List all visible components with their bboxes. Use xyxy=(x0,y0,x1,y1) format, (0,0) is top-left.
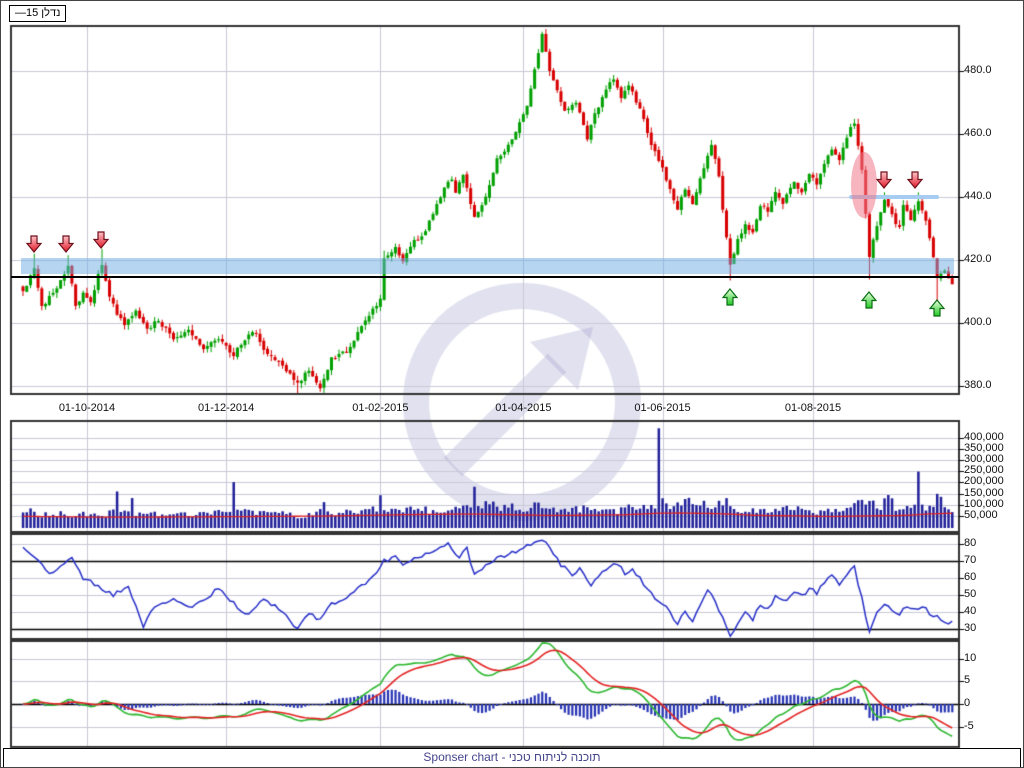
series-line-symbol: — xyxy=(15,7,26,19)
x-axis-date-label: 01-02-2015 xyxy=(352,402,409,414)
buy-signal-arrow-icon xyxy=(721,288,739,306)
rsi-axis-tick-label: 60 xyxy=(964,571,977,583)
price-axis-tick-label: 460.0 xyxy=(964,127,992,139)
chart-canvas xyxy=(1,1,1023,767)
rsi-axis-tick-label: 30 xyxy=(964,622,977,634)
rsi-axis-tick-label: 70 xyxy=(964,554,977,566)
series-legend-label: 15 נדלן xyxy=(26,7,61,19)
sell-signal-arrow-icon xyxy=(92,230,110,249)
rsi-axis-tick-label: 50 xyxy=(964,588,977,600)
support-line xyxy=(11,276,959,278)
series-legend: —15 נדלן xyxy=(9,5,67,22)
x-axis-date-label: 01-04-2015 xyxy=(495,402,552,414)
sell-signal-arrow-icon xyxy=(876,171,893,189)
support-zone xyxy=(21,257,955,274)
price-axis-tick-label: 380.0 xyxy=(964,379,992,391)
x-axis-date-label: 01-08-2015 xyxy=(784,402,842,414)
price-axis-tick-label: 480.0 xyxy=(964,64,992,76)
price-axis-tick-label: 420.0 xyxy=(964,253,992,265)
sell-signal-arrow-icon xyxy=(26,235,43,254)
chart-window: 480.0 460.0 440.0 420.0 400.0 380.0 400,000 350… xyxy=(0,0,1024,768)
rsi-axis-tick-label: 80 xyxy=(964,537,977,549)
footer-text: Sponser chart - תוכנה לניתוח טכני xyxy=(423,750,601,764)
sell-signal-arrow-icon xyxy=(906,171,923,189)
macd-axis-tick-label: -5 xyxy=(964,719,974,732)
macd-axis-tick-label: 0 xyxy=(964,697,971,709)
macd-axis-tick-label: 10 xyxy=(964,651,977,664)
macd-axis-tick-label: 5 xyxy=(964,674,971,687)
price-axis-tick-label: 400.0 xyxy=(964,316,992,328)
price-axis-tick-label: 440.0 xyxy=(964,190,992,202)
x-axis-date-label: 01-12-2014 xyxy=(198,402,255,414)
buy-signal-arrow-icon xyxy=(928,299,946,317)
volume-axis-tick-label: 50,000 xyxy=(964,508,998,521)
x-axis-date-label: 01-06-2015 xyxy=(634,402,691,414)
rsi-axis-tick-label: 40 xyxy=(964,605,977,617)
footer-credit: Sponser chart - תוכנה לניתוח טכני xyxy=(3,748,1021,767)
x-axis-date-label: 01-10-2014 xyxy=(58,402,116,414)
sell-signal-arrow-icon xyxy=(57,235,75,254)
buy-signal-arrow-icon xyxy=(861,291,878,309)
